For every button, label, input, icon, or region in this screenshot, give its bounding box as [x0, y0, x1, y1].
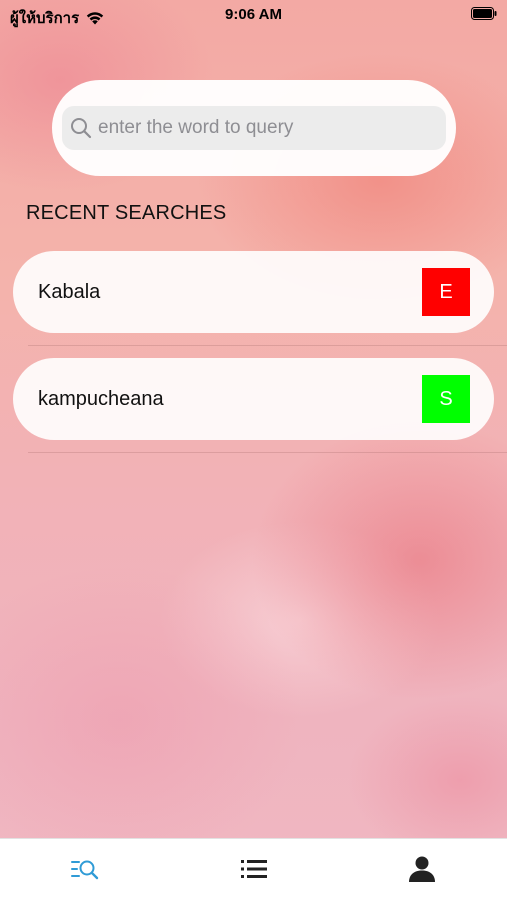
row-divider: [28, 452, 507, 453]
recent-searches-title: RECENT SEARCHES: [26, 202, 227, 224]
tab-bar: [0, 838, 507, 900]
recent-search-row[interactable]: Kabala E: [13, 251, 494, 333]
search-list-icon: [71, 860, 99, 880]
search-input[interactable]: [98, 117, 428, 139]
tab-list[interactable]: [234, 853, 274, 885]
language-badge: S: [422, 375, 470, 423]
search-bar[interactable]: [62, 106, 446, 150]
battery-icon: [471, 7, 497, 20]
recent-search-word: kampucheana: [38, 388, 164, 410]
status-time: 9:06 AM: [225, 6, 282, 23]
search-icon: [71, 118, 92, 139]
search-card: [52, 80, 456, 176]
person-icon: [409, 856, 435, 882]
recent-search-row[interactable]: kampucheana S: [13, 358, 494, 440]
tab-profile[interactable]: [402, 853, 442, 885]
row-divider: [28, 345, 507, 346]
tab-search[interactable]: [65, 853, 105, 885]
status-bar: ผู้ให้บริการ 9:06 AM: [0, 0, 507, 30]
language-badge: E: [422, 268, 470, 316]
recent-search-word: Kabala: [38, 281, 101, 303]
list-icon: [241, 860, 267, 878]
